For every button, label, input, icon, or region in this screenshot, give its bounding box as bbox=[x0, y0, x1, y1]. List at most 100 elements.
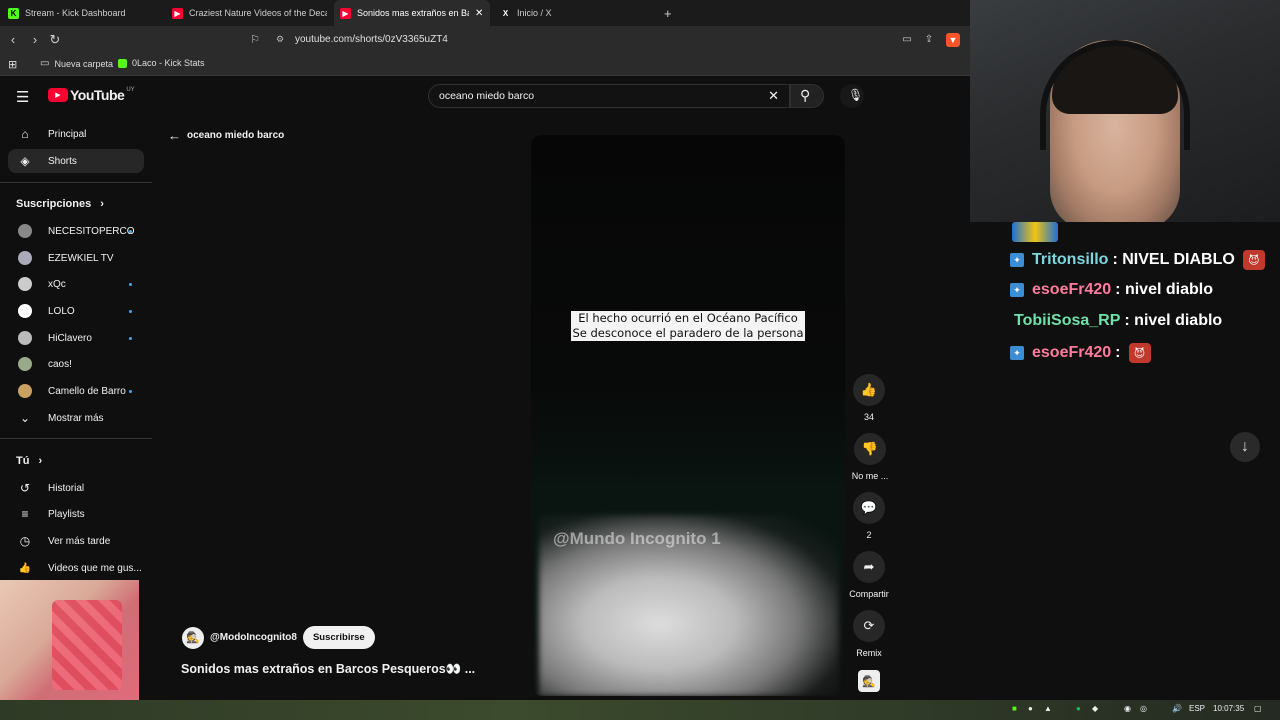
short-video-player[interactable]: El hecho ocurrió en el Océano Pacífico S… bbox=[531, 135, 845, 696]
thumbs-up-icon: 👍 bbox=[18, 562, 32, 574]
new-tab-button[interactable]: + bbox=[664, 0, 678, 26]
brave-icon[interactable]: ▼ bbox=[946, 33, 960, 47]
new-content-dot bbox=[129, 389, 132, 393]
search-icon: ⚲ bbox=[800, 87, 811, 103]
volume-icon[interactable]: 🔊 bbox=[1172, 704, 1182, 713]
like-button[interactable]: 👍 34 bbox=[850, 374, 888, 422]
tab-sonidos-active[interactable]: ▶ Sonidos mas extraños en Barc ✕ bbox=[334, 0, 490, 26]
home-icon: ⌂ bbox=[21, 127, 29, 141]
show-more-button[interactable]: ⌄ Mostrar más bbox=[8, 406, 144, 430]
shorts-icon: ◈ bbox=[20, 154, 30, 168]
chevron-right-icon: › bbox=[38, 455, 43, 467]
chat-message: ✦ Tritonsillo : NIVEL DIABLO 😈 bbox=[1010, 250, 1265, 270]
chat-username[interactable]: Tritonsillo bbox=[1032, 251, 1108, 269]
avatar bbox=[18, 251, 32, 265]
sidebar-item-historial[interactable]: ↺ Historial bbox=[8, 476, 144, 500]
avatar bbox=[18, 304, 32, 318]
share-icon[interactable]: ⇪ bbox=[922, 33, 936, 47]
dislike-button[interactable]: 👎 No me ... bbox=[850, 433, 890, 481]
sidebar-item-subscription[interactable]: xQc bbox=[8, 272, 144, 296]
bookmarks-bar: ⊞ ▭ Nueva carpeta 0Laco - Kick Stats bbox=[0, 54, 970, 76]
tab-nature-videos[interactable]: ▶ Craziest Nature Videos of the Decade bbox=[172, 0, 327, 26]
thumbs-down-icon: 👎 bbox=[854, 433, 886, 465]
forward-icon[interactable]: › bbox=[28, 33, 42, 47]
tab-x-inicio[interactable]: X Inicio / X bbox=[500, 0, 650, 26]
sidebar-item-shorts[interactable]: ◈ Shorts bbox=[8, 149, 144, 173]
remix-button[interactable]: ⟳ Remix bbox=[850, 610, 888, 658]
chat-message: ✦ esoeFr420 : nivel diablo bbox=[1010, 281, 1213, 299]
avatar bbox=[18, 331, 32, 345]
sidebar-item-subscription[interactable]: Camello de Barro bbox=[8, 379, 144, 403]
tray-icon[interactable]: ◆ bbox=[1092, 704, 1098, 713]
you-header[interactable]: Tú › bbox=[16, 455, 42, 467]
folder-icon: ▭ bbox=[40, 58, 50, 69]
bookmark-kick-stats[interactable]: 0Laco - Kick Stats bbox=[118, 58, 205, 68]
video-caption-line-1: El hecho ocurrió en el Océano Pacífico bbox=[571, 311, 805, 326]
channel-name[interactable]: @ModoIncognito8 bbox=[210, 632, 297, 643]
sidebar-item-liked-videos[interactable]: 👍 Videos que me gus... bbox=[8, 556, 144, 580]
windows-taskbar: ■ ● ▲ ● ◆ ◉ ◎ 🔊 ESP 10:07:35 ▢ bbox=[0, 700, 1280, 720]
language-indicator[interactable]: ESP bbox=[1189, 704, 1205, 713]
tray-icon[interactable]: ▲ bbox=[1044, 704, 1052, 713]
scroll-down-icon[interactable]: ↓ bbox=[1230, 432, 1260, 462]
subscribe-button[interactable]: Suscribirse bbox=[302, 626, 375, 649]
like-count: 34 bbox=[863, 412, 874, 422]
menu-icon[interactable]: ☰ bbox=[16, 88, 29, 106]
subscriptions-header[interactable]: Suscripciones › bbox=[16, 198, 104, 210]
minion-emote bbox=[1012, 222, 1058, 242]
bookmark-folder[interactable]: ▭ Nueva carpeta bbox=[40, 58, 113, 69]
clear-search-icon[interactable]: ✕ bbox=[768, 88, 779, 104]
discord-icon[interactable]: ◉ bbox=[1124, 704, 1131, 713]
cast-icon[interactable]: ▭ bbox=[900, 33, 914, 47]
history-icon: ↺ bbox=[19, 481, 31, 495]
youtube-icon: ▶ bbox=[172, 7, 183, 19]
steam-icon[interactable]: ◎ bbox=[1140, 704, 1147, 713]
bookmark-icon[interactable]: ⚐ bbox=[248, 33, 262, 47]
new-content-dot bbox=[129, 336, 132, 340]
youtube-play-icon: ▶ bbox=[48, 88, 68, 102]
youtube-logo[interactable]: ▶ YouTube UY bbox=[48, 87, 135, 103]
chevron-down-icon: ⌄ bbox=[19, 411, 31, 425]
voice-search-button[interactable]: 🎙 bbox=[840, 84, 864, 108]
close-icon[interactable]: ✕ bbox=[475, 8, 483, 19]
sidebar-item-subscription[interactable]: HiClavero bbox=[8, 326, 144, 350]
search-input[interactable]: oceano miedo barco ✕ bbox=[428, 84, 790, 108]
kick-icon: K bbox=[8, 7, 19, 19]
stream-chat: ✦ Tritonsillo : NIVEL DIABLO 😈 ✦ esoeFr4… bbox=[970, 222, 1280, 700]
chat-username[interactable]: TobiiSosa_RP bbox=[1014, 312, 1120, 330]
streamer-webcam bbox=[970, 0, 1280, 222]
address-bar[interactable]: ⚙ youtube.com/shorts/0zV3365uZT4 bbox=[270, 30, 900, 50]
clock[interactable]: 10:07:35 bbox=[1213, 704, 1244, 713]
chat-username[interactable]: esoeFr420 bbox=[1032, 344, 1111, 362]
notifications-icon[interactable]: ▢ bbox=[1254, 704, 1262, 713]
comments-button[interactable]: 💬 2 bbox=[850, 492, 888, 540]
sidebar-item-subscription[interactable]: NECESITOPERCO bbox=[8, 219, 144, 243]
tray-icon[interactable]: ● bbox=[1028, 704, 1033, 713]
short-title[interactable]: Sonidos mas extraños en Barcos Pesqueros… bbox=[181, 662, 475, 677]
back-icon[interactable]: ‹ bbox=[6, 33, 20, 47]
search-button[interactable]: ⚲ bbox=[790, 84, 824, 108]
remix-icon: ⟳ bbox=[853, 610, 885, 642]
back-to-search[interactable]: ← oceano miedo barco bbox=[168, 128, 284, 143]
sidebar-item-subscription[interactable]: LOLO bbox=[8, 299, 144, 323]
apps-grid-icon[interactable]: ⊞ bbox=[8, 58, 17, 71]
sidebar-item-subscription[interactable]: caos! bbox=[8, 352, 144, 376]
tab-title: Inicio / X bbox=[517, 8, 552, 18]
sidebar-item-subscription[interactable]: EZEWKIEL TV bbox=[8, 246, 144, 270]
sidebar-item-playlists[interactable]: ≡ Playlists bbox=[8, 502, 144, 526]
kick-tray-icon[interactable]: ■ bbox=[1012, 704, 1017, 713]
chat-username[interactable]: esoeFr420 bbox=[1032, 281, 1111, 299]
channel-avatar-spy-icon[interactable]: 🕵 bbox=[182, 626, 204, 649]
new-content-dot bbox=[129, 282, 132, 286]
sidebar-item-watch-later[interactable]: ◷ Ver más tarde bbox=[8, 529, 144, 553]
reload-icon[interactable]: ↻ bbox=[48, 33, 62, 47]
audio-source-avatar-icon[interactable]: 🕵 bbox=[858, 670, 880, 692]
spotify-icon[interactable]: ● bbox=[1076, 704, 1081, 713]
mic-icon: 🎙 bbox=[848, 88, 864, 102]
divider bbox=[0, 182, 152, 183]
clock-icon: ◷ bbox=[19, 534, 31, 548]
site-info-icon[interactable]: ⚙ bbox=[276, 34, 284, 45]
sidebar-item-principal[interactable]: ⌂ Principal bbox=[8, 122, 144, 146]
tab-kick-dashboard[interactable]: K Stream - Kick Dashboard bbox=[8, 0, 168, 26]
share-button[interactable]: ➦ Compartir bbox=[846, 551, 892, 599]
